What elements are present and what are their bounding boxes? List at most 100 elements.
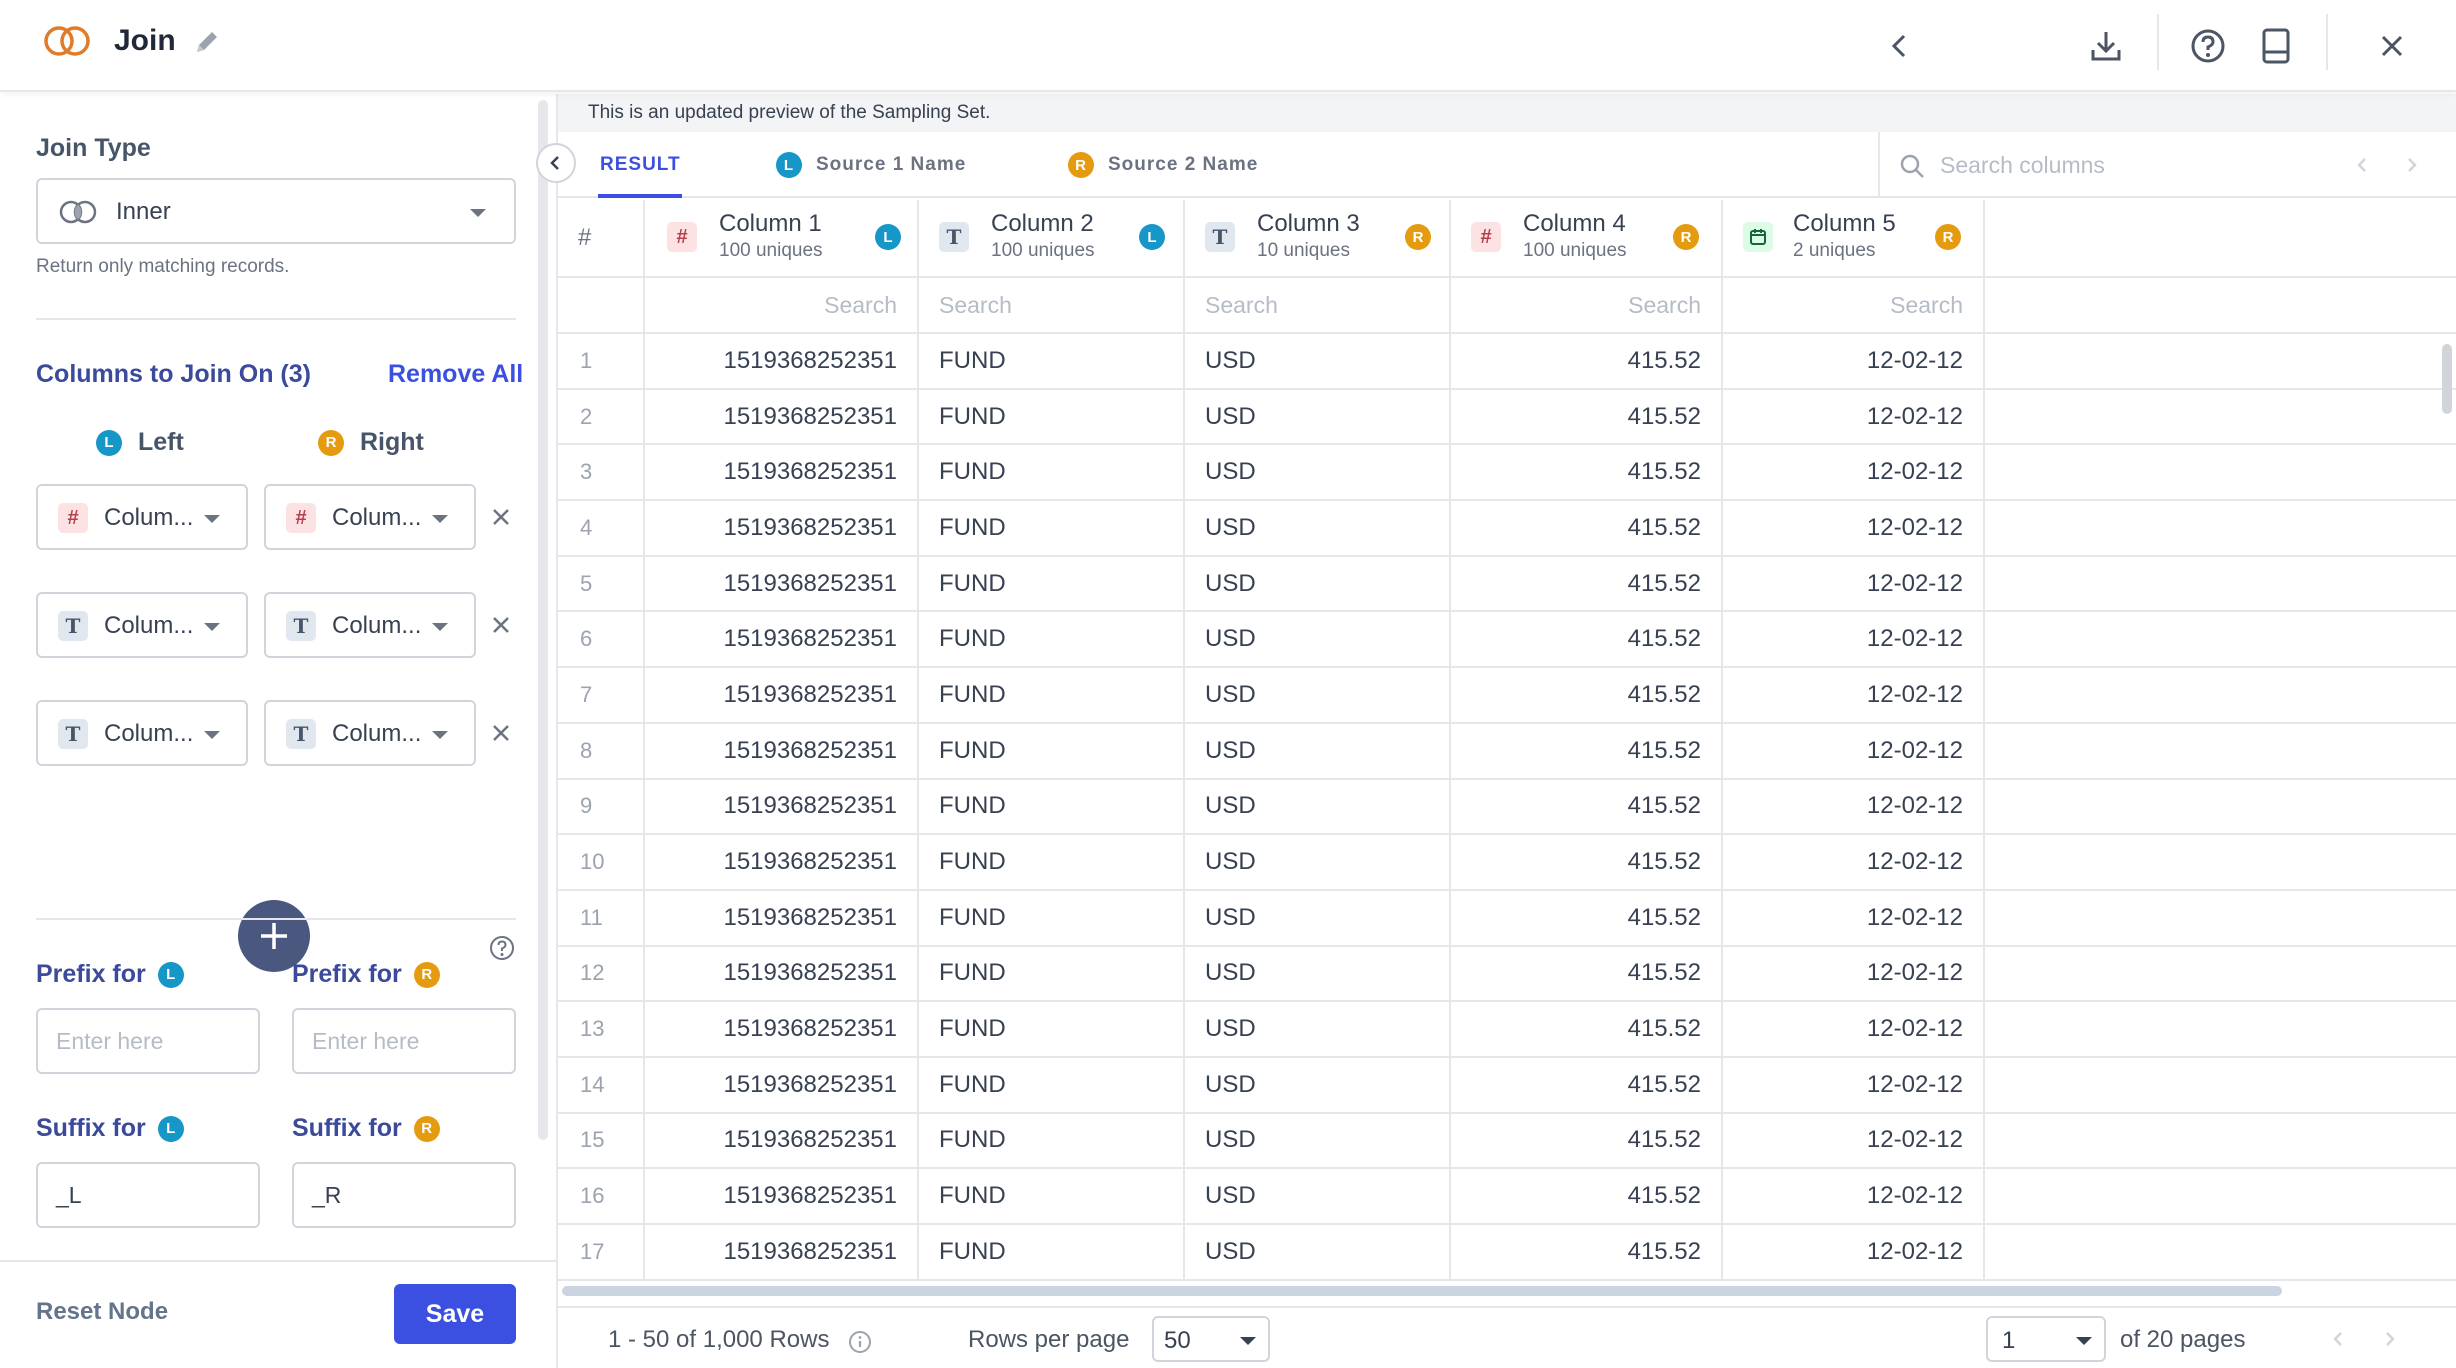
table-row[interactable]: 12 1519368252351 FUND USD 415.52 12-02-12	[558, 945, 2456, 1003]
tab-source-1[interactable]: L Source 1 Name	[776, 132, 966, 198]
table-vertical-scrollbar[interactable]	[2442, 344, 2452, 414]
column-filter-input[interactable]: Search	[1184, 277, 1451, 334]
back-button[interactable]	[1872, 18, 1928, 74]
reset-node-button[interactable]: Reset Node	[36, 1298, 168, 1326]
row-index: 4	[558, 500, 645, 557]
left-column-value: Colum...	[104, 720, 194, 747]
column-2-cell: FUND	[918, 834, 1185, 891]
chevron-right-icon[interactable]	[2402, 156, 2420, 174]
row-index: 3	[558, 444, 645, 502]
info-icon[interactable]	[848, 1330, 872, 1354]
right-column-select[interactable]: T Colum...	[264, 592, 476, 658]
remove-pair-button[interactable]	[486, 502, 516, 532]
rows-per-page-select[interactable]: 50	[1152, 1316, 1270, 1362]
pagination-bar: 1 - 50 of 1,000 Rows Rows per page 50 1 …	[558, 1306, 2456, 1368]
right-badge: R	[1405, 224, 1431, 250]
prev-page-icon[interactable]	[2330, 1330, 2348, 1348]
column-filter-input[interactable]: Search	[1450, 277, 1723, 334]
suffix-left-input[interactable]: _L	[36, 1162, 260, 1228]
column-3-cell: USD	[1184, 444, 1451, 502]
table-row[interactable]: 6 1519368252351 FUND USD 415.52 12-02-12	[558, 611, 2456, 669]
suffix-right-input[interactable]: _R	[292, 1162, 516, 1228]
next-page-icon[interactable]	[2380, 1330, 2398, 1348]
help-icon	[490, 936, 514, 960]
preview-panel: This is an updated preview of the Sampli…	[558, 94, 2456, 1368]
column-4-cell: 415.52	[1450, 1001, 1723, 1058]
prefix-left-label: Prefix for L	[36, 960, 184, 989]
column-1-cell: 1519368252351	[644, 555, 919, 613]
right-column-select[interactable]: T Colum...	[264, 700, 476, 766]
right-badge: R	[413, 961, 440, 988]
column-filter-input[interactable]: Search	[918, 277, 1185, 334]
remove-pair-button[interactable]	[486, 610, 516, 640]
prefix-help-button[interactable]	[488, 934, 516, 967]
notebook-button[interactable]	[2248, 18, 2304, 74]
column-header[interactable]: # Column 1 100 uniques L	[644, 200, 919, 278]
join-type-select[interactable]: Inner	[36, 178, 516, 244]
save-button[interactable]: Save	[394, 1284, 516, 1344]
column-header[interactable]: # Column 4 100 uniques R	[1450, 200, 1723, 278]
column-header[interactable]: T Column 3 10 uniques R	[1184, 200, 1451, 278]
table-row[interactable]: 17 1519368252351 FUND USD 415.52 12-02-12	[558, 1224, 2456, 1281]
left-badge: L	[157, 1115, 184, 1142]
join-type-value: Inner	[116, 198, 171, 225]
page-select[interactable]: 1	[1986, 1316, 2106, 1362]
table-row[interactable]: 13 1519368252351 FUND USD 415.52 12-02-12	[558, 1001, 2456, 1058]
column-name: Column 5	[1793, 210, 1896, 237]
table-row[interactable]: 15 1519368252351 FUND USD 415.52 12-02-12	[558, 1112, 2456, 1170]
download-button[interactable]	[2078, 18, 2134, 74]
left-column-select[interactable]: # Colum...	[36, 484, 248, 550]
table-row[interactable]: 8 1519368252351 FUND USD 415.52 12-02-12	[558, 722, 2456, 780]
remove-pair-button[interactable]	[486, 718, 516, 748]
right-column-select[interactable]: # Colum...	[264, 484, 476, 550]
remove-all-link[interactable]: Remove All	[388, 360, 523, 389]
tab-source-2-label: Source 2 Name	[1108, 154, 1259, 175]
tab-result[interactable]: RESULT	[600, 132, 681, 198]
table-row[interactable]: 2 1519368252351 FUND USD 415.52 12-02-12	[558, 388, 2456, 446]
table-row[interactable]: 1 1519368252351 FUND USD 415.52 12-02-12	[558, 333, 2456, 390]
index-filter-cell	[558, 277, 645, 334]
column-3-cell: USD	[1184, 555, 1451, 613]
empty-cell	[1984, 555, 2456, 613]
column-filter-input[interactable]: Search	[644, 277, 919, 334]
table-row[interactable]: 10 1519368252351 FUND USD 415.52 12-02-12	[558, 834, 2456, 891]
prefix-right-input[interactable]: Enter here	[292, 1008, 516, 1074]
left-badge: L	[96, 429, 122, 456]
table-row[interactable]: 7 1519368252351 FUND USD 415.52 12-02-12	[558, 667, 2456, 724]
help-button[interactable]	[2180, 18, 2236, 74]
prefix-left-input[interactable]: Enter here	[36, 1008, 260, 1074]
column-name: Column 1	[719, 210, 822, 237]
row-index: 2	[558, 388, 645, 446]
table-row[interactable]: 16 1519368252351 FUND USD 415.52 12-02-12	[558, 1168, 2456, 1225]
column-1-cell: 1519368252351	[644, 1056, 919, 1114]
table-row[interactable]: 3 1519368252351 FUND USD 415.52 12-02-12	[558, 444, 2456, 502]
result-table: # # Column 1 100 uniques L T Column 2 10…	[558, 200, 2456, 1281]
left-panel-scrollbar[interactable]	[538, 100, 548, 1140]
row-index: 1	[558, 333, 645, 390]
column-filter-input[interactable]: Search	[1722, 277, 1985, 334]
collapse-panel-button[interactable]	[536, 143, 576, 183]
left-column-select[interactable]: T Colum...	[36, 700, 248, 766]
table-row[interactable]: 9 1519368252351 FUND USD 415.52 12-02-12	[558, 778, 2456, 836]
row-index: 11	[558, 889, 645, 947]
column-header[interactable]: Column 5 2 uniques R	[1722, 200, 1985, 278]
pencil-icon[interactable]	[190, 25, 224, 59]
table-row[interactable]: 11 1519368252351 FUND USD 415.52 12-02-12	[558, 889, 2456, 947]
right-column-value: Colum...	[332, 720, 422, 747]
column-search[interactable]: Search columns	[1878, 132, 2456, 198]
left-column-select[interactable]: T Colum...	[36, 592, 248, 658]
column-header[interactable]: T Column 2 100 uniques L	[918, 200, 1185, 278]
table-horizontal-scrollbar[interactable]	[562, 1286, 2282, 1296]
empty-cell	[1984, 889, 2456, 947]
table-row[interactable]: 14 1519368252351 FUND USD 415.52 12-02-12	[558, 1056, 2456, 1114]
numeric-type-icon: #	[667, 222, 697, 252]
table-row[interactable]: 4 1519368252351 FUND USD 415.52 12-02-12	[558, 500, 2456, 557]
column-4-cell: 415.52	[1450, 1056, 1723, 1114]
chevron-left-icon[interactable]	[2354, 156, 2372, 174]
close-button[interactable]	[2364, 18, 2420, 74]
empty-cell	[1984, 388, 2456, 446]
table-row[interactable]: 5 1519368252351 FUND USD 415.52 12-02-12	[558, 555, 2456, 613]
download-icon	[2091, 32, 2121, 61]
tab-source-2[interactable]: R Source 2 Name	[1068, 132, 1258, 198]
left-column-value: Colum...	[104, 504, 194, 531]
